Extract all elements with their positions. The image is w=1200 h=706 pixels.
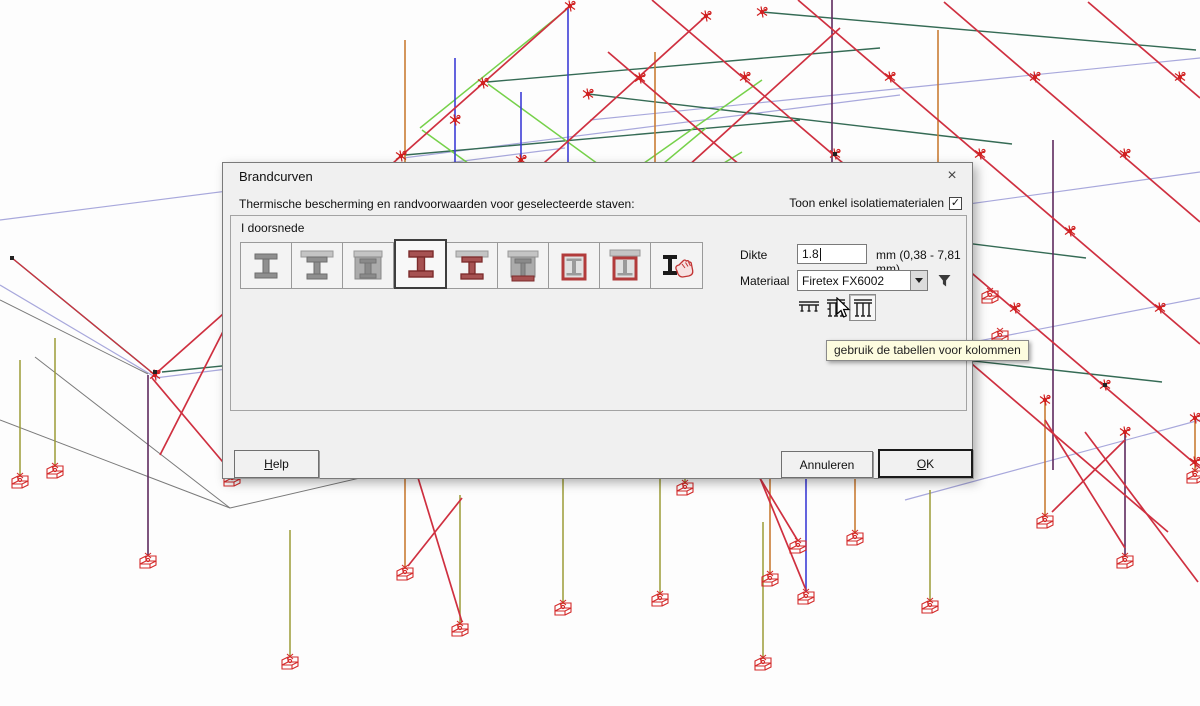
table-tall-icon bbox=[851, 296, 875, 320]
thickness-label: Dikte bbox=[740, 248, 767, 262]
fire-table-beams-button[interactable] bbox=[795, 294, 822, 321]
protection-unprotected-button[interactable] bbox=[241, 243, 292, 288]
tooltip: gebruik de tabellen voor kolommen bbox=[826, 340, 1029, 361]
table-short-icon bbox=[797, 296, 821, 320]
i-section-groupbox: I doorsnede bbox=[230, 215, 967, 411]
box-protection-slab-icon bbox=[605, 247, 645, 285]
thickness-value: 1.8 bbox=[802, 247, 819, 261]
filter-icon[interactable] bbox=[937, 274, 952, 288]
i-beam-slab-icon bbox=[297, 247, 337, 285]
ok-button[interactable]: OK bbox=[878, 449, 973, 478]
material-dropdown[interactable]: Firetex FX6002 bbox=[797, 270, 928, 291]
header-row: Thermische bescherming en randvoorwaarde… bbox=[223, 197, 972, 215]
brandcurven-dialog: Brandcurven × Thermische bescherming en … bbox=[222, 162, 973, 479]
protection-encased-slab-button[interactable] bbox=[343, 243, 394, 288]
groupbox-label: I doorsnede bbox=[241, 221, 304, 235]
protection-contour-slab-button[interactable] bbox=[447, 243, 498, 288]
header-label: Thermische bescherming en randvoorwaarde… bbox=[239, 197, 635, 211]
protection-hollow-box-button[interactable] bbox=[549, 243, 600, 288]
material-label: Materiaal bbox=[740, 274, 789, 288]
close-icon[interactable]: × bbox=[940, 166, 964, 186]
app-viewport: Brandcurven × Thermische bescherming en … bbox=[0, 0, 1200, 706]
checkbox-label: Toon enkel isolatiematerialen bbox=[789, 196, 944, 210]
protection-contour-button[interactable] bbox=[394, 239, 447, 289]
cancel-button[interactable]: Annuleren bbox=[781, 451, 873, 478]
i-beam-encased-red-flange-icon bbox=[503, 247, 543, 285]
box-protection-icon bbox=[554, 247, 594, 285]
i-beam-encased-icon bbox=[348, 247, 388, 285]
dialog-titlebar[interactable]: Brandcurven × bbox=[223, 163, 972, 189]
isolation-checkbox[interactable]: ✓ bbox=[949, 197, 962, 210]
text-caret bbox=[820, 248, 821, 261]
isolation-filter: Toon enkel isolatiematerialen ✓ bbox=[789, 196, 962, 210]
material-value: Firetex FX6002 bbox=[798, 274, 910, 288]
chevron-down-icon[interactable] bbox=[910, 271, 927, 290]
i-beam-plain-icon bbox=[246, 247, 286, 285]
protection-type-strip bbox=[240, 242, 703, 289]
help-button[interactable]: Help bbox=[234, 450, 319, 478]
protection-hollow-box-slab-button[interactable] bbox=[600, 243, 651, 288]
protection-slab-button[interactable] bbox=[292, 243, 343, 288]
i-beam-contour-red-icon bbox=[401, 245, 441, 283]
i-beam-contour-slab-icon bbox=[452, 247, 492, 285]
protection-encased-contour-slab-button[interactable] bbox=[498, 243, 549, 288]
dialog-title: Brandcurven bbox=[239, 169, 313, 184]
protection-pick-manually-button[interactable] bbox=[651, 243, 702, 288]
fire-table-columns-button[interactable] bbox=[849, 294, 876, 321]
pick-section-hand-icon bbox=[657, 247, 697, 285]
thickness-input[interactable]: 1.8 bbox=[797, 244, 867, 264]
mouse-cursor-icon bbox=[836, 297, 852, 319]
